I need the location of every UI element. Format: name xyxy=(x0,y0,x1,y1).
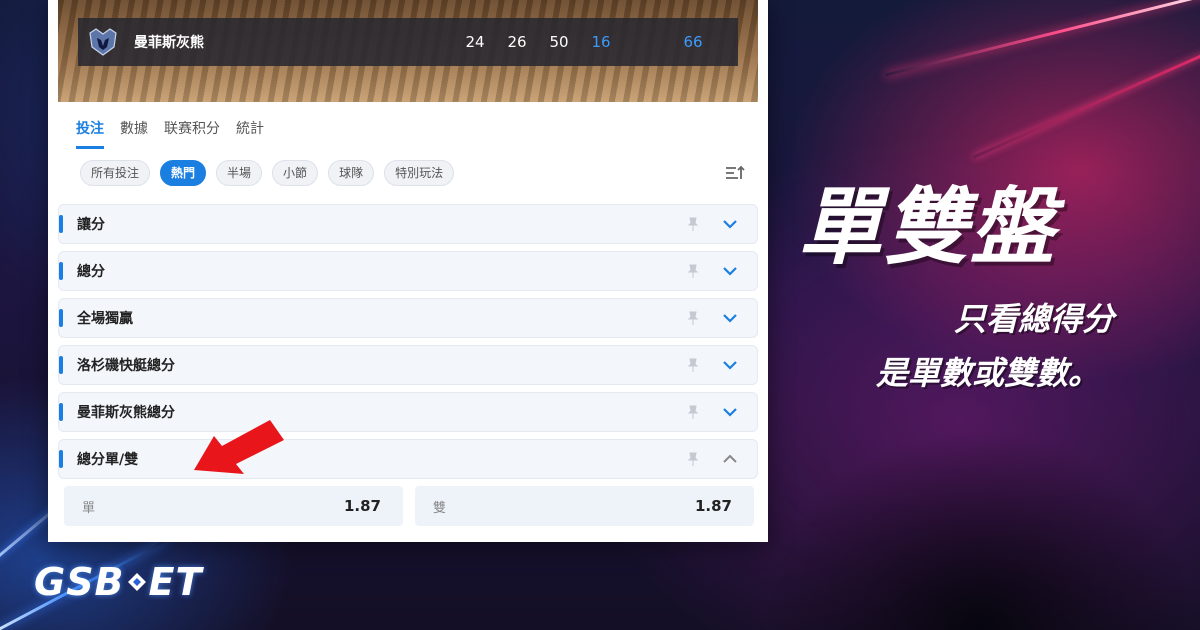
filter-quarter[interactable]: 小節 xyxy=(272,160,319,186)
pin-icon[interactable] xyxy=(685,310,701,326)
diamond-icon xyxy=(127,573,146,591)
tab-stats[interactable]: 統計 xyxy=(236,118,264,149)
filter-popular[interactable]: 熱門 xyxy=(160,160,207,186)
total-score: 66 xyxy=(683,33,703,51)
odd-even-odds: 單 1.87 雙 1.87 xyxy=(64,486,754,526)
headline-title: 單雙盤 xyxy=(798,178,1057,276)
odds-label: 單 xyxy=(82,500,96,516)
brand-logo-text: GSB xyxy=(34,560,125,604)
market-handicap[interactable]: 讓分 xyxy=(58,204,758,244)
chevron-down-icon[interactable] xyxy=(721,215,739,233)
main-tabs: 投注 數據 联赛积分 統計 xyxy=(76,118,264,149)
chevron-down-icon[interactable] xyxy=(721,262,739,280)
team-score-row: 曼菲斯灰熊 24 26 50 16 66 xyxy=(78,18,738,66)
filter-team[interactable]: 球隊 xyxy=(328,160,375,186)
odds-label: 雙 xyxy=(433,500,447,516)
filter-all[interactable]: 所有投注 xyxy=(80,160,151,186)
neon-streak xyxy=(884,0,1200,77)
market-odd-even[interactable]: 總分單/雙 xyxy=(58,439,758,479)
tab-bets[interactable]: 投注 xyxy=(76,118,104,149)
neon-streak xyxy=(972,34,1200,159)
market-title: 全場獨贏 xyxy=(77,311,133,327)
quarter-score: 26 xyxy=(507,33,527,51)
filter-half[interactable]: 半場 xyxy=(216,160,263,186)
market-title: 總分單/雙 xyxy=(77,452,139,468)
odds-value: 1.87 xyxy=(694,497,732,515)
market-accent-bar xyxy=(59,356,63,374)
market-accent-bar xyxy=(59,450,63,468)
odds-odd-button[interactable]: 單 1.87 xyxy=(64,486,403,526)
market-title: 曼菲斯灰熊總分 xyxy=(77,405,175,421)
market-total[interactable]: 總分 xyxy=(58,251,758,291)
headline-subtitle: 只看總得分 xyxy=(953,300,1114,338)
quarter-score: 24 xyxy=(465,33,485,51)
red-arrow-icon xyxy=(194,420,284,474)
odds-value: 1.87 xyxy=(343,497,381,515)
market-accent-bar xyxy=(59,215,63,233)
odds-even-button[interactable]: 雙 1.87 xyxy=(415,486,754,526)
market-filters: 所有投注 熱門 半場 小節 球隊 特別玩法 xyxy=(80,160,455,186)
sort-icon[interactable] xyxy=(724,162,746,184)
market-accent-bar xyxy=(59,262,63,280)
half-score: 50 xyxy=(549,33,569,51)
tab-data[interactable]: 數據 xyxy=(120,118,148,149)
market-title: 總分 xyxy=(77,264,105,280)
pin-icon[interactable] xyxy=(685,357,701,373)
market-moneyline[interactable]: 全場獨贏 xyxy=(58,298,758,338)
pin-icon[interactable] xyxy=(685,451,701,467)
market-clippers-total[interactable]: 洛杉磯快艇總分 xyxy=(58,345,758,385)
market-title: 洛杉磯快艇總分 xyxy=(77,358,175,374)
betting-panel: 曼菲斯灰熊 24 26 50 16 66 投注 數據 联赛积分 統計 所有投注 … xyxy=(48,0,768,542)
crowd-silhouette xyxy=(760,430,1200,630)
brand-logo: GSB ET xyxy=(34,560,202,604)
market-accent-bar xyxy=(59,309,63,327)
chevron-down-icon[interactable] xyxy=(721,403,739,421)
quarter-score: 16 xyxy=(591,33,611,51)
pin-icon[interactable] xyxy=(685,216,701,232)
chevron-down-icon[interactable] xyxy=(721,356,739,374)
tab-standings[interactable]: 联赛积分 xyxy=(164,118,220,149)
brand-logo-text: ET xyxy=(148,560,203,604)
pin-icon[interactable] xyxy=(685,404,701,420)
headline-subtitle: 是單數或雙數。 xyxy=(875,354,1100,392)
market-title: 讓分 xyxy=(77,217,105,233)
chevron-down-icon[interactable] xyxy=(721,309,739,327)
market-grizzlies-total[interactable]: 曼菲斯灰熊總分 xyxy=(58,392,758,432)
filter-special[interactable]: 特別玩法 xyxy=(384,160,455,186)
score-banner: 曼菲斯灰熊 24 26 50 16 66 xyxy=(58,0,758,102)
market-accent-bar xyxy=(59,403,63,421)
team-name: 曼菲斯灰熊 xyxy=(134,35,204,51)
pin-icon[interactable] xyxy=(685,263,701,279)
chevron-up-icon[interactable] xyxy=(721,450,739,468)
grizzlies-logo-icon xyxy=(89,28,117,56)
